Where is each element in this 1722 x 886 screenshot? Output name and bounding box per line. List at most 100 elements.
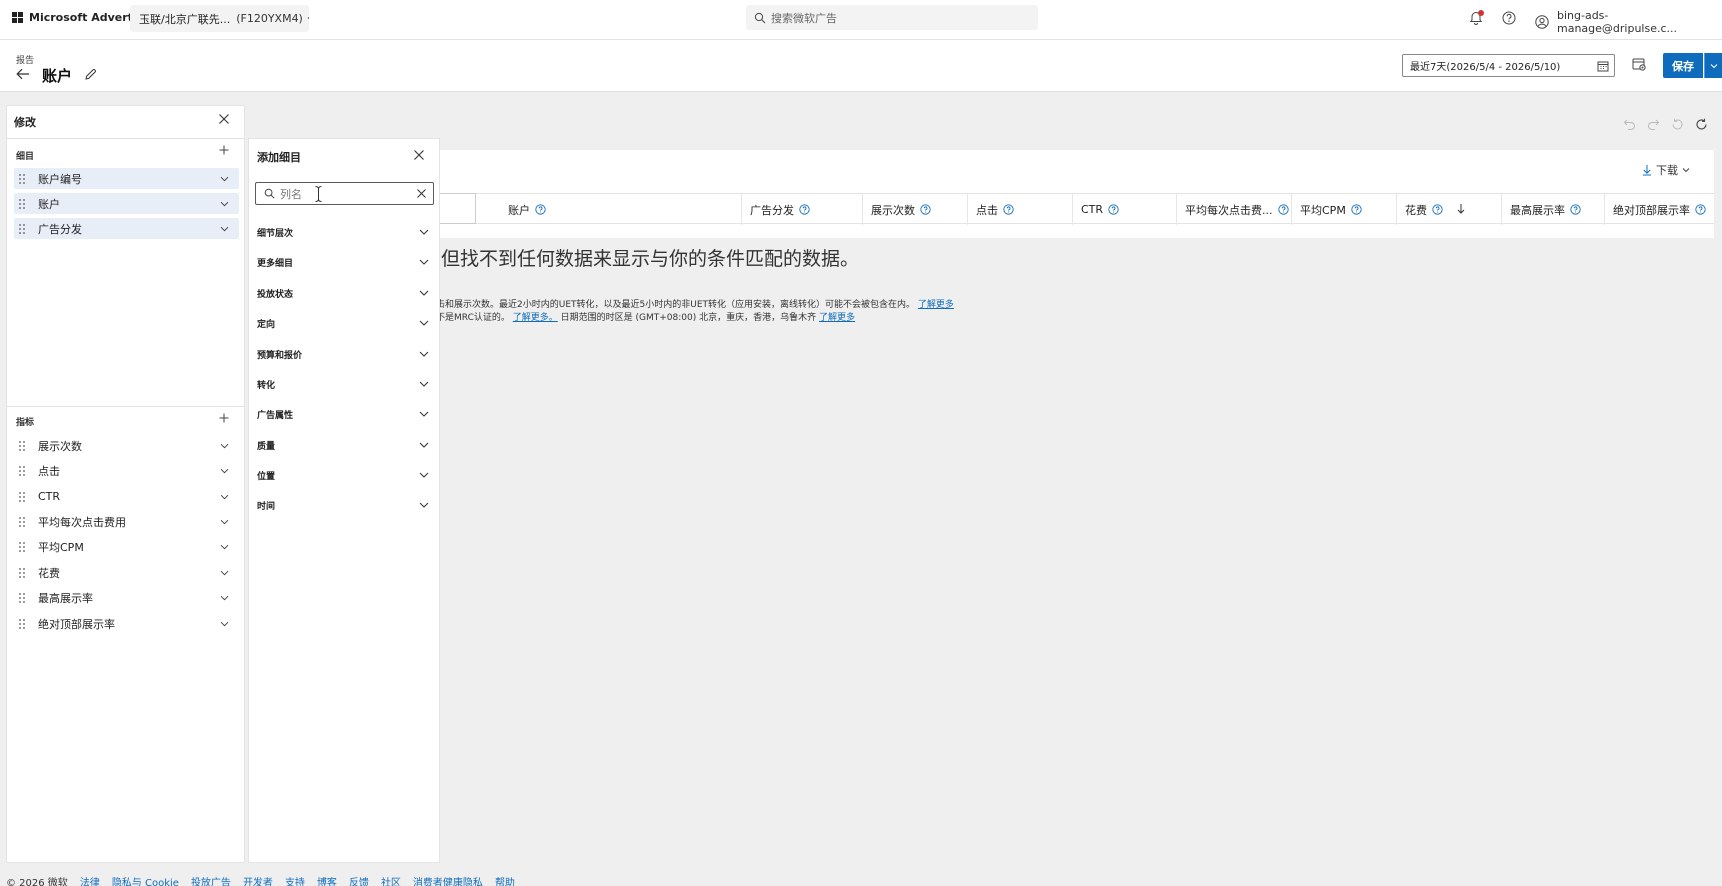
column-search-input[interactable]: 列名 — [255, 182, 434, 205]
drag-handle-icon[interactable] — [18, 198, 26, 210]
category-delivery-status[interactable]: 投放状态 — [257, 283, 429, 303]
chevron-down-icon[interactable] — [220, 621, 229, 627]
chevron-down-icon[interactable] — [220, 544, 229, 550]
column-header-ctr[interactable]: CTR — [1073, 194, 1177, 225]
category-budget-bid[interactable]: 预算和报价 — [257, 344, 429, 364]
info-icon[interactable] — [1277, 204, 1289, 215]
drag-handle-icon[interactable] — [18, 618, 26, 630]
global-search-input[interactable]: 搜索微软广告 — [746, 5, 1038, 30]
footer-link-help[interactable]: 帮助 — [495, 874, 515, 886]
info-icon[interactable] — [1570, 204, 1581, 215]
save-button[interactable]: 保存 — [1663, 53, 1703, 78]
date-range-picker[interactable]: 最近7天(2026/5/4 - 2026/5/10) — [1402, 54, 1615, 77]
category-location[interactable]: 位置 — [257, 465, 429, 485]
info-icon[interactable] — [920, 204, 931, 215]
column-header-top-impression-rate[interactable]: 最高展示率 — [1502, 194, 1605, 225]
chevron-down-icon[interactable] — [220, 519, 229, 525]
chevron-down-icon[interactable] — [220, 443, 229, 449]
download-button[interactable]: 下载 — [1642, 162, 1690, 178]
add-metric-button[interactable] — [219, 413, 229, 423]
category-detail-level[interactable]: 细节层次 — [257, 222, 429, 242]
learn-more-link[interactable]: 了解更多 — [819, 313, 855, 323]
sort-descending-icon[interactable] — [1457, 203, 1465, 214]
chevron-down-icon[interactable] — [220, 226, 229, 232]
category-quality[interactable]: 质量 — [257, 435, 429, 455]
info-icon[interactable] — [799, 204, 810, 215]
drag-handle-icon[interactable] — [18, 465, 26, 477]
category-time[interactable]: 时间 — [257, 495, 429, 515]
add-dimension-button[interactable] — [219, 145, 229, 155]
category-ad-attributes[interactable]: 广告属性 — [257, 404, 429, 424]
chevron-down-icon[interactable] — [220, 201, 229, 207]
info-icon[interactable] — [1351, 204, 1362, 215]
save-options-button[interactable] — [1704, 53, 1722, 78]
footer-link-legal[interactable]: 法律 — [80, 874, 100, 886]
footer-link-developers[interactable]: 开发者 — [243, 874, 273, 886]
drag-handle-icon[interactable] — [18, 567, 26, 579]
schedule-button[interactable] — [1632, 57, 1646, 71]
column-header-impressions[interactable]: 展示次数 — [863, 194, 968, 225]
drag-handle-icon[interactable] — [18, 223, 26, 235]
notifications-button[interactable] — [1469, 10, 1484, 25]
account-selector[interactable]: 玉联/北京广联先... (F120YXM4) — [130, 5, 309, 32]
metric-item-impressions[interactable]: 展示次数 — [14, 435, 239, 456]
metric-item-abs-top-impression-rate[interactable]: 绝对顶部展示率 — [14, 613, 239, 634]
column-header-ad-distribution[interactable]: 广告分发 — [742, 194, 863, 225]
metric-item-spend[interactable]: 花费 — [14, 562, 239, 583]
metric-item-clicks[interactable]: 点击 — [14, 460, 239, 481]
metric-item-ctr[interactable]: CTR — [14, 486, 239, 507]
category-conversions[interactable]: 转化 — [257, 374, 429, 394]
drag-handle-icon[interactable] — [18, 592, 26, 604]
undo-button[interactable] — [1623, 118, 1636, 130]
info-icon[interactable] — [1003, 204, 1014, 215]
footer-link-community[interactable]: 社区 — [381, 874, 401, 886]
column-header-abs-top-impression-rate[interactable]: 绝对顶部展示率 — [1605, 194, 1714, 225]
column-header-spend[interactable]: 花费 — [1397, 194, 1502, 225]
column-header-account[interactable]: 账户 — [500, 194, 742, 225]
info-icon[interactable] — [1432, 204, 1443, 215]
chevron-down-icon[interactable] — [220, 176, 229, 182]
column-header-clicks[interactable]: 点击 — [968, 194, 1073, 225]
metric-item-avg-cpc[interactable]: 平均每次点击费用 — [14, 511, 239, 532]
footer-link-health-privacy[interactable]: 消费者健康隐私 — [413, 874, 483, 886]
chevron-down-icon[interactable] — [220, 494, 229, 500]
learn-more-link[interactable]: 了解更多。 — [513, 313, 558, 323]
chevron-down-icon[interactable] — [220, 468, 229, 474]
footer-link-privacy-cookies[interactable]: 隐私与 Cookie — [112, 874, 179, 886]
info-icon[interactable] — [535, 204, 546, 215]
close-add-dimension-button[interactable] — [413, 149, 425, 161]
breadcrumb[interactable]: 报告 — [16, 53, 34, 66]
user-menu[interactable]: bing-ads-manage@dripulse.c... — [1535, 9, 1722, 35]
chevron-down-icon[interactable] — [220, 595, 229, 601]
redo-button[interactable] — [1647, 118, 1660, 130]
learn-more-link[interactable]: 了解更多 — [918, 300, 954, 310]
chevron-down-icon[interactable] — [220, 570, 229, 576]
refresh-button[interactable] — [1695, 118, 1708, 131]
drag-handle-icon[interactable] — [18, 440, 26, 452]
close-modify-panel-button[interactable] — [218, 113, 230, 125]
edit-title-button[interactable] — [84, 68, 97, 81]
clear-icon[interactable] — [416, 188, 427, 199]
dimension-item-account[interactable]: 账户 — [14, 193, 239, 214]
metric-item-avg-cpm[interactable]: 平均CPM — [14, 536, 239, 557]
category-targeting[interactable]: 定向 — [257, 313, 429, 333]
footer-link-blog[interactable]: 博客 — [317, 874, 337, 886]
drag-handle-icon[interactable] — [18, 173, 26, 185]
dimension-item-account-number[interactable]: 账户编号 — [14, 168, 239, 189]
drag-handle-icon[interactable] — [18, 491, 26, 503]
reset-button[interactable] — [1671, 118, 1684, 131]
drag-handle-icon[interactable] — [18, 541, 26, 553]
info-icon[interactable] — [1108, 204, 1119, 215]
footer-link-support[interactable]: 支持 — [285, 874, 305, 886]
footer-link-advertise[interactable]: 投放广告 — [191, 874, 231, 886]
info-icon[interactable] — [1695, 204, 1706, 215]
drag-handle-icon[interactable] — [18, 516, 26, 528]
footer-link-feedback[interactable]: 反馈 — [349, 874, 369, 886]
dimension-item-ad-distribution[interactable]: 广告分发 — [14, 218, 239, 239]
help-button[interactable] — [1502, 11, 1516, 25]
category-more-dimensions[interactable]: 更多细目 — [257, 252, 429, 272]
back-button[interactable] — [16, 68, 30, 80]
column-header-avg-cpm[interactable]: 平均CPM — [1292, 194, 1397, 225]
column-header-avg-cpc[interactable]: 平均每次点击费... — [1177, 194, 1292, 225]
metric-item-top-impression-rate[interactable]: 最高展示率 — [14, 587, 239, 608]
